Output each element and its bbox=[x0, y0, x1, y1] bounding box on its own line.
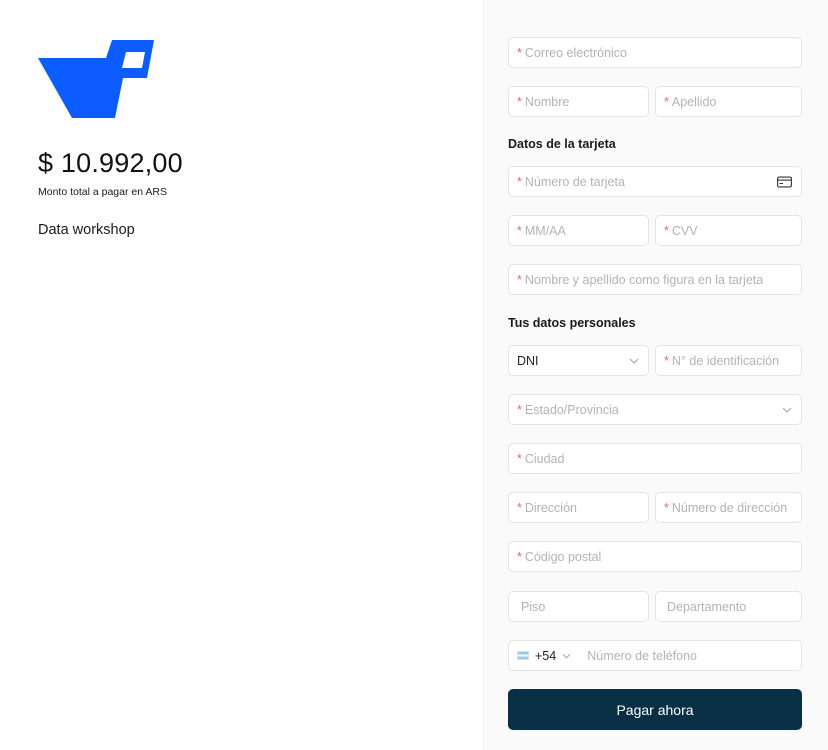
required-mark: * bbox=[517, 94, 522, 109]
postal-code-field[interactable]: * Código postal bbox=[508, 541, 802, 572]
cardholder-name-field[interactable]: * Nombre y apellido como figura en la ta… bbox=[508, 264, 802, 295]
address-placeholder: Dirección bbox=[524, 500, 577, 515]
city-placeholder: Ciudad bbox=[524, 451, 565, 466]
postal-code-placeholder: Código postal bbox=[524, 549, 602, 564]
product-name: Data workshop bbox=[38, 222, 135, 238]
pay-now-button[interactable]: Pagar ahora bbox=[508, 689, 802, 730]
apartment-placeholder: Departamento bbox=[667, 599, 747, 614]
credit-card-icon bbox=[777, 176, 792, 187]
city-field[interactable]: * Ciudad bbox=[508, 443, 802, 474]
card-number-placeholder: Número de tarjeta bbox=[524, 174, 625, 189]
last-name-field[interactable]: * Apellido bbox=[655, 86, 802, 117]
address-number-field[interactable]: * Número de dirección bbox=[655, 492, 802, 523]
required-mark: * bbox=[664, 223, 669, 238]
cvv-field[interactable]: * CVV bbox=[655, 215, 802, 246]
id-type-select[interactable]: DNI bbox=[508, 345, 649, 376]
expiry-field[interactable]: * MM/AA bbox=[508, 215, 649, 246]
amount-caption: Monto total a pagar en ARS bbox=[38, 186, 167, 198]
phone-prefix-value: +54 bbox=[535, 648, 557, 663]
floor-field[interactable]: Piso bbox=[508, 591, 649, 622]
card-section-title: Datos de la tarjeta bbox=[508, 137, 616, 151]
apartment-field[interactable]: Departamento bbox=[655, 591, 802, 622]
state-select[interactable]: * Estado/Provincia bbox=[508, 394, 802, 425]
address-field[interactable]: * Dirección bbox=[508, 492, 649, 523]
floor-placeholder: Piso bbox=[521, 599, 546, 614]
cardholder-placeholder: Nombre y apellido como figura en la tarj… bbox=[524, 272, 764, 287]
brand-logo-icon bbox=[38, 40, 154, 118]
required-mark: * bbox=[664, 94, 669, 109]
cvv-placeholder: CVV bbox=[671, 223, 698, 238]
required-mark: * bbox=[517, 549, 522, 564]
first-name-field[interactable]: * Nombre bbox=[508, 86, 649, 117]
required-mark: * bbox=[517, 223, 522, 238]
required-mark: * bbox=[517, 272, 522, 287]
chevron-down-icon bbox=[562, 653, 571, 659]
order-summary-panel: $ 10.992,00 Monto total a pagar en ARS D… bbox=[0, 0, 483, 750]
required-mark: * bbox=[517, 451, 522, 466]
phone-field[interactable]: +54 Número de teléfono bbox=[508, 640, 802, 671]
required-mark: * bbox=[664, 500, 669, 515]
phone-placeholder: Número de teléfono bbox=[587, 648, 698, 663]
id-type-value: DNI bbox=[517, 353, 539, 368]
chevron-down-icon bbox=[782, 407, 792, 413]
email-placeholder: Correo electrónico bbox=[524, 45, 628, 60]
required-mark: * bbox=[517, 402, 522, 417]
email-field[interactable]: * Correo electrónico bbox=[508, 37, 802, 68]
address-number-placeholder: Número de dirección bbox=[671, 500, 788, 515]
expiry-placeholder: MM/AA bbox=[524, 223, 566, 238]
personal-section-title: Tus datos personales bbox=[508, 316, 636, 330]
required-mark: * bbox=[664, 353, 669, 368]
total-amount: $ 10.992,00 bbox=[38, 148, 183, 178]
first-name-placeholder: Nombre bbox=[524, 94, 570, 109]
chevron-down-icon bbox=[629, 358, 639, 364]
state-placeholder: Estado/Provincia bbox=[524, 402, 619, 417]
required-mark: * bbox=[517, 500, 522, 515]
required-mark: * bbox=[517, 45, 522, 60]
argentina-flag-icon bbox=[517, 651, 529, 660]
card-number-field[interactable]: * Número de tarjeta bbox=[508, 166, 802, 197]
phone-country-select[interactable]: +54 bbox=[517, 649, 571, 663]
required-mark: * bbox=[517, 174, 522, 189]
id-number-field[interactable]: * N° de identificación bbox=[655, 345, 802, 376]
last-name-placeholder: Apellido bbox=[671, 94, 717, 109]
id-number-placeholder: N° de identificación bbox=[671, 353, 780, 368]
